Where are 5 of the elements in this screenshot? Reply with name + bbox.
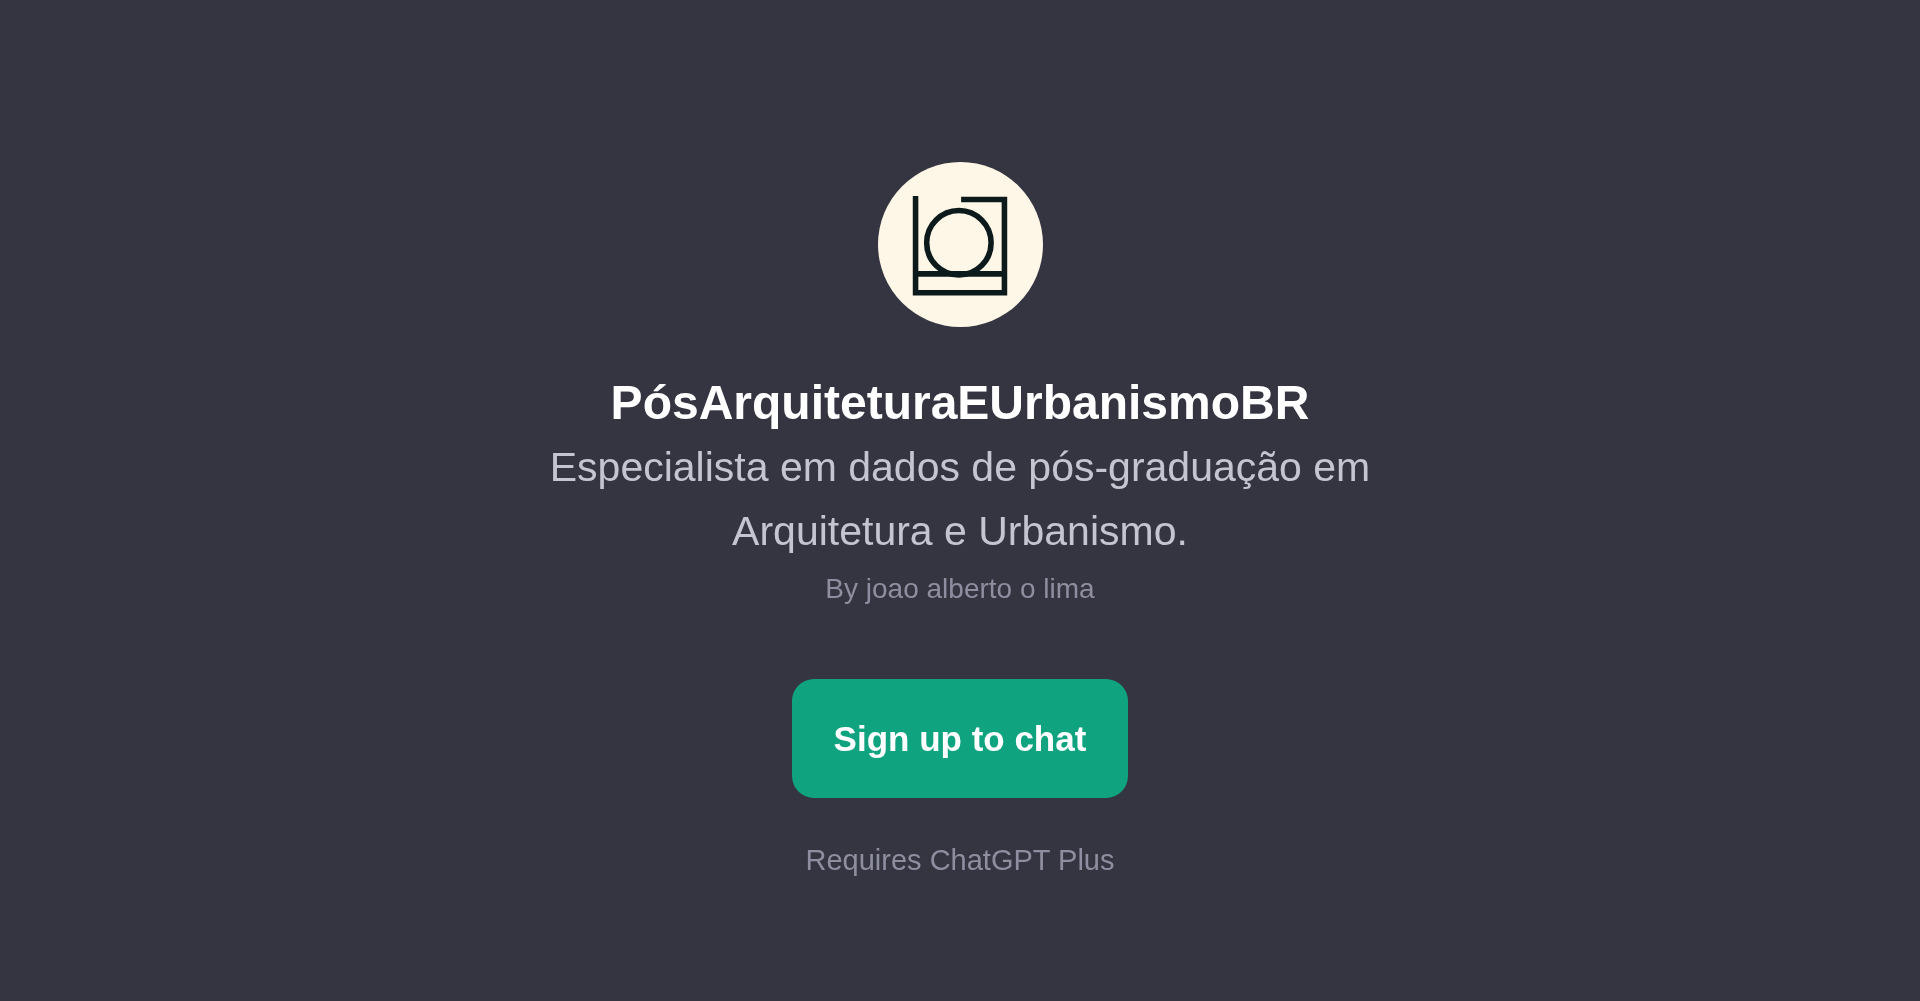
gpt-description: Especialista em dados de pós-graduação em Arquitetura e Urbanismo. — [548, 443, 1372, 556]
sign-up-button[interactable]: Sign up to chat — [792, 679, 1128, 798]
author-line: By joao alberto o lima — [825, 572, 1095, 606]
requirement-note: Requires ChatGPT Plus — [805, 843, 1115, 878]
gpt-title: PósArquiteturaEUrbanismoBR — [610, 375, 1310, 431]
